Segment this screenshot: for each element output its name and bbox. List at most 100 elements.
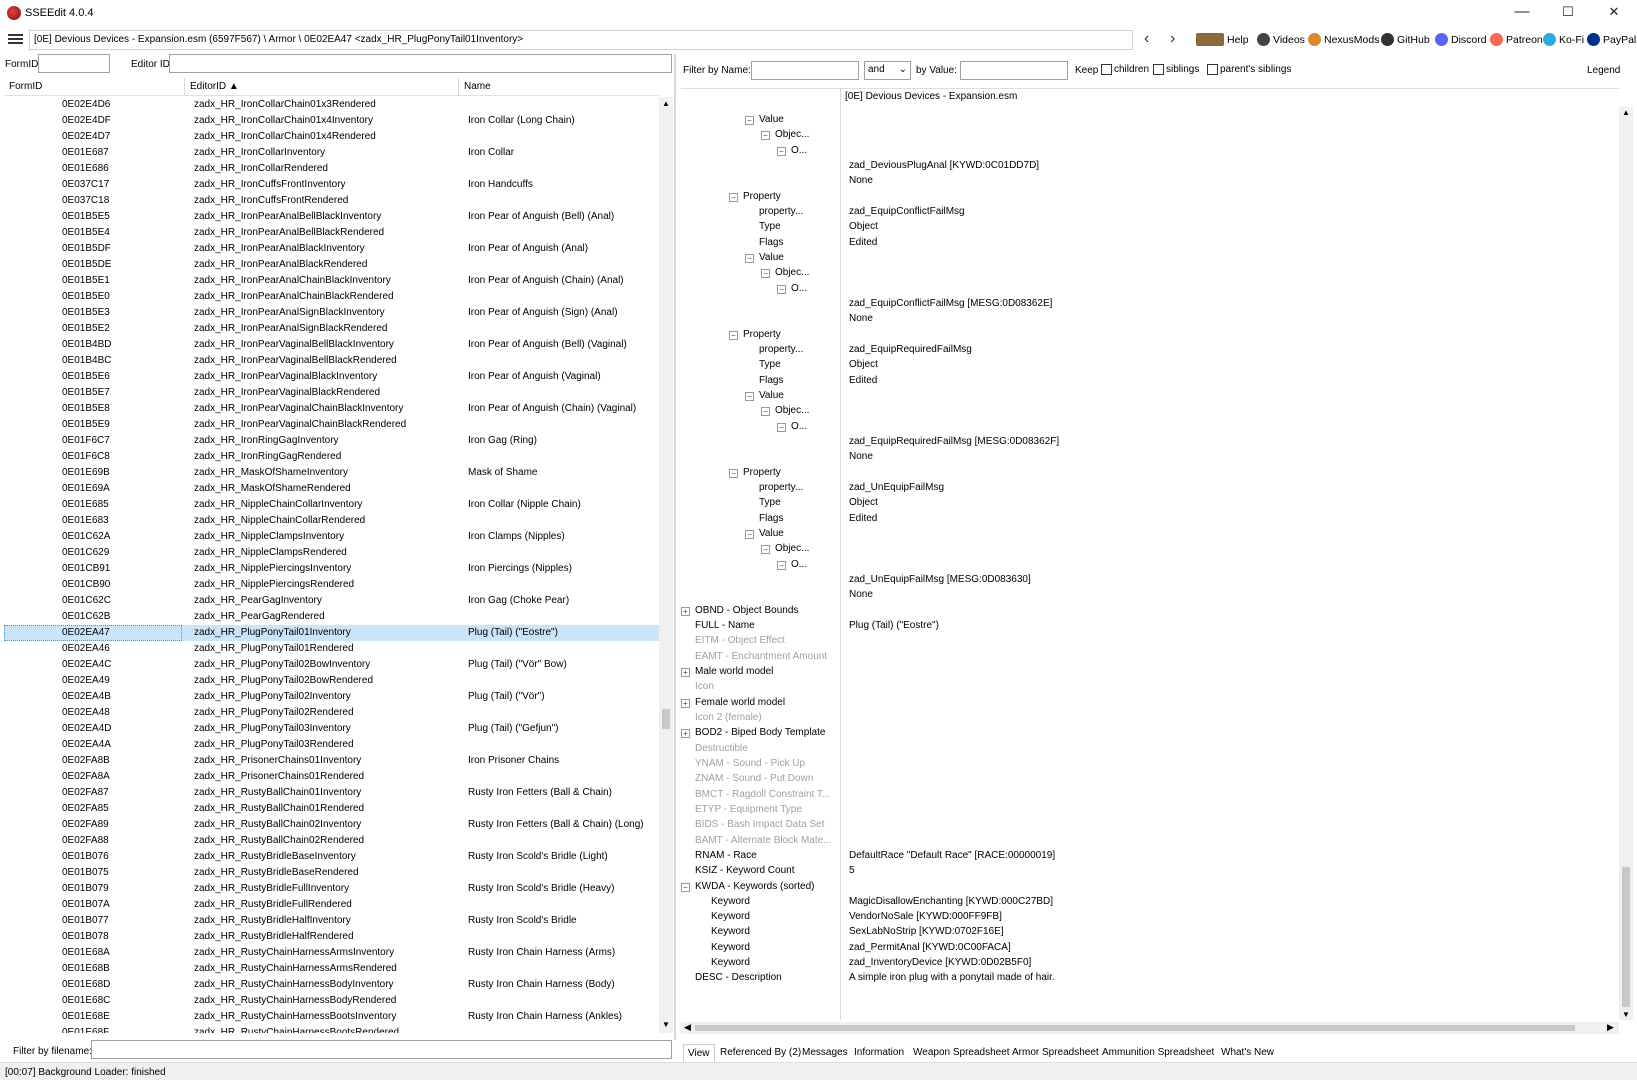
checkbox-icon[interactable] bbox=[1101, 64, 1112, 75]
table-row[interactable]: 0E01E69A zadx_HR_MaskOfShameRendered bbox=[4, 481, 659, 497]
tab-armor-spreadsheet[interactable]: Armor Spreadsheet bbox=[1012, 1044, 1099, 1062]
scroll-left-icon[interactable]: ◀ bbox=[684, 1022, 691, 1033]
scroll-right-icon[interactable]: ▶ bbox=[1607, 1022, 1614, 1033]
link-discord[interactable]: Discord bbox=[1435, 33, 1487, 46]
tab-messages[interactable]: Messages bbox=[802, 1044, 848, 1062]
collapse-icon[interactable]: − bbox=[777, 146, 786, 156]
table-row[interactable]: 0E01B5E4 zadx_HR_IronPearAnalBellBlackRen… bbox=[4, 225, 659, 241]
tree-row[interactable]: None bbox=[681, 449, 1619, 465]
collapse-icon[interactable]: − bbox=[761, 545, 770, 555]
table-row[interactable]: 0E01F6C8 zadx_HR_IronRingGagRendered bbox=[4, 449, 659, 465]
tree-row[interactable]: zad_DeviousPlugAnal [KYWD:0C01DD7D] bbox=[681, 158, 1619, 174]
tree-row[interactable]: − Objec... bbox=[681, 127, 1619, 143]
table-row[interactable]: 0E02FA85 zadx_HR_RustyBallChain01Rendered bbox=[4, 801, 659, 817]
tree-row[interactable]: + Male world model bbox=[681, 664, 1619, 680]
table-row[interactable]: 0E02EA48 zadx_HR_PlugPonyTail02Rendered bbox=[4, 705, 659, 721]
tree-row[interactable]: − Value bbox=[681, 112, 1619, 128]
expand-icon[interactable]: + bbox=[681, 667, 690, 677]
tree-row[interactable]: Flags Edited bbox=[681, 373, 1619, 389]
tree-scrollbar[interactable]: ▲ ▼ bbox=[1619, 107, 1633, 1020]
tree-row[interactable]: ZNAM - Sound - Put Down bbox=[681, 771, 1619, 787]
tree-row[interactable]: property... zad_UnEquipFailMsg bbox=[681, 480, 1619, 496]
table-row[interactable]: 0E01E68C zadx_HR_RustyChainHarnessBodyRen… bbox=[4, 993, 659, 1009]
table-row[interactable]: 0E01E69B zadx_HR_MaskOfShameInventory Mask… bbox=[4, 465, 659, 481]
tree-row[interactable]: ETYP - Equipment Type bbox=[681, 802, 1619, 818]
minimize-button[interactable]: — bbox=[1499, 0, 1545, 26]
record-path-field[interactable]: [0E] Devious Devices - Expansion.esm (65… bbox=[29, 30, 1133, 50]
tree-row[interactable]: BAMT - Alternate Block Mate... bbox=[681, 833, 1619, 849]
table-row[interactable]: 0E01B07A zadx_HR_RustyBridleFullRendered bbox=[4, 897, 659, 913]
collapse-icon[interactable]: − bbox=[729, 468, 738, 478]
filter-operator-select[interactable]: and ⌄ bbox=[864, 61, 911, 80]
tree-row[interactable]: KSIZ - Keyword Count 5 bbox=[681, 863, 1619, 879]
filename-filter-input[interactable] bbox=[91, 1040, 672, 1059]
table-row[interactable]: 0E01B5E9 zadx_HR_IronPearVaginalChainBlac… bbox=[4, 417, 659, 433]
tree-row[interactable]: Keyword MagicDisallowEnchanting [KYWD:000… bbox=[681, 894, 1619, 910]
collapse-icon[interactable]: − bbox=[745, 253, 754, 263]
tree-row[interactable]: RNAM - Race DefaultRace "Default Race" [R… bbox=[681, 848, 1619, 864]
table-row[interactable]: 0E01E68E zadx_HR_RustyChainHarnessBootsIn… bbox=[4, 1009, 659, 1025]
tree-row[interactable]: FULL - Name Plug (Tail) ("Eostre") bbox=[681, 618, 1619, 634]
filter-name-input[interactable] bbox=[751, 61, 859, 80]
filter-value-input[interactable] bbox=[960, 61, 1068, 80]
table-row[interactable]: 0E01B5E5 zadx_HR_IronPearAnalBellBlackInv… bbox=[4, 209, 659, 225]
tab-referenced-by-2[interactable]: Referenced By (2) bbox=[720, 1044, 801, 1062]
table-row[interactable]: 0E01F6C7 zadx_HR_IronRingGagInventory Iron… bbox=[4, 433, 659, 449]
link-patreon[interactable]: Patreon bbox=[1490, 33, 1543, 46]
col-separator[interactable] bbox=[184, 78, 185, 96]
tree-row[interactable]: EAMT - Enchantment Amount bbox=[681, 649, 1619, 665]
tree-row[interactable]: Keyword zad_PermitAnal [KYWD:0C00FACA] bbox=[681, 940, 1619, 956]
table-row[interactable]: 0E01E687 zadx_HR_IronCollarInventory Iron … bbox=[4, 145, 659, 161]
table-row[interactable]: 0E02FA89 zadx_HR_RustyBallChain02Inventor… bbox=[4, 817, 659, 833]
tree-row[interactable]: − Objec... bbox=[681, 541, 1619, 557]
table-row[interactable]: 0E01E685 zadx_HR_NippleChainCollarInvento… bbox=[4, 497, 659, 513]
tree-row[interactable]: − Property bbox=[681, 327, 1619, 343]
tree-row[interactable]: + OBND - Object Bounds bbox=[681, 603, 1619, 619]
keep-children-checkbox[interactable]: children bbox=[1101, 64, 1149, 75]
back-button[interactable]: ‹ bbox=[1144, 30, 1149, 48]
table-row[interactable]: 0E02EA4C zadx_HR_PlugPonyTail02BowInvento… bbox=[4, 657, 659, 673]
close-button[interactable]: ✕ bbox=[1591, 0, 1637, 26]
expand-icon[interactable]: + bbox=[681, 606, 690, 616]
collapse-icon[interactable]: − bbox=[745, 391, 754, 401]
tab-view[interactable]: View bbox=[683, 1044, 715, 1062]
table-row[interactable]: 0E02EA4D zadx_HR_PlugPonyTail03Inventory P… bbox=[4, 721, 659, 737]
table-row[interactable]: 0E01E68B zadx_HR_RustyChainHarnessArmsRen… bbox=[4, 961, 659, 977]
table-row[interactable]: 0E01CB91 zadx_HR_NipplePiercingsInventory… bbox=[4, 561, 659, 577]
link-kofi[interactable]: Ko-Fi bbox=[1543, 33, 1584, 46]
table-row[interactable]: 0E01C62A zadx_HR_NippleClampsInventory Iro… bbox=[4, 529, 659, 545]
grid-scroll-thumb[interactable] bbox=[662, 709, 670, 729]
tree-row[interactable]: − Value bbox=[681, 388, 1619, 404]
tree-row[interactable]: Keyword zad_InventoryDevice [KYWD:0D02B5F… bbox=[681, 955, 1619, 971]
table-row[interactable]: 0E01E683 zadx_HR_NippleChainCollarRendere… bbox=[4, 513, 659, 529]
tree-row[interactable]: − Value bbox=[681, 526, 1619, 542]
tree-row[interactable]: Type Object bbox=[681, 495, 1619, 511]
tree-row[interactable]: None bbox=[681, 311, 1619, 327]
tree-row[interactable]: property... zad_EquipConflictFailMsg bbox=[681, 204, 1619, 220]
table-row[interactable]: 0E01B5E1 zadx_HR_IronPearAnalChainBlackIn… bbox=[4, 273, 659, 289]
tree-row[interactable]: − Objec... bbox=[681, 265, 1619, 281]
tree-row[interactable]: − O... bbox=[681, 281, 1619, 297]
tree-row[interactable]: − Property bbox=[681, 189, 1619, 205]
tree-scroll-thumb[interactable] bbox=[1622, 867, 1630, 1007]
collapse-icon[interactable]: − bbox=[761, 131, 770, 141]
table-row[interactable]: 0E01B5E7 zadx_HR_IronPearVaginalBlackRend… bbox=[4, 385, 659, 401]
link-github[interactable]: GitHub bbox=[1381, 33, 1430, 46]
table-row[interactable]: 0E01C629 zadx_HR_NippleClampsRendered bbox=[4, 545, 659, 561]
table-row[interactable]: 0E02FA87 zadx_HR_RustyBallChain01Inventor… bbox=[4, 785, 659, 801]
collapse-icon[interactable]: − bbox=[729, 330, 738, 340]
tree-row[interactable]: EITM - Object Effect bbox=[681, 633, 1619, 649]
tree-row[interactable]: BMCT - Ragdoll Constraint T... bbox=[681, 787, 1619, 803]
legend-button[interactable]: Legend bbox=[1587, 65, 1620, 76]
table-row[interactable]: 0E02E4DF zadx_HR_IronCollarChain01x4Inven… bbox=[4, 113, 659, 129]
table-row[interactable]: 0E01B5E0 zadx_HR_IronPearAnalChainBlackRe… bbox=[4, 289, 659, 305]
tree-row[interactable]: zad_UnEquipFailMsg [MESG:0D083630] bbox=[681, 572, 1619, 588]
table-row[interactable]: 0E01E686 zadx_HR_IronCollarRendered bbox=[4, 161, 659, 177]
table-row[interactable]: 0E01E68F zadx_HR_RustyChainHarnessBootsRe… bbox=[4, 1025, 659, 1033]
tree-row[interactable]: + Female world model bbox=[681, 695, 1619, 711]
table-row[interactable]: 0E037C17 zadx_HR_IronCuffsFrontInventory I… bbox=[4, 177, 659, 193]
table-row[interactable]: 0E01B5E8 zadx_HR_IronPearVaginalChainBlac… bbox=[4, 401, 659, 417]
table-row[interactable]: 0E01E68A zadx_HR_RustyChainHarnessArmsInv… bbox=[4, 945, 659, 961]
tree-row[interactable]: − O... bbox=[681, 419, 1619, 435]
tree-row[interactable]: zad_EquipConflictFailMsg [MESG:0D08362E] bbox=[681, 296, 1619, 312]
